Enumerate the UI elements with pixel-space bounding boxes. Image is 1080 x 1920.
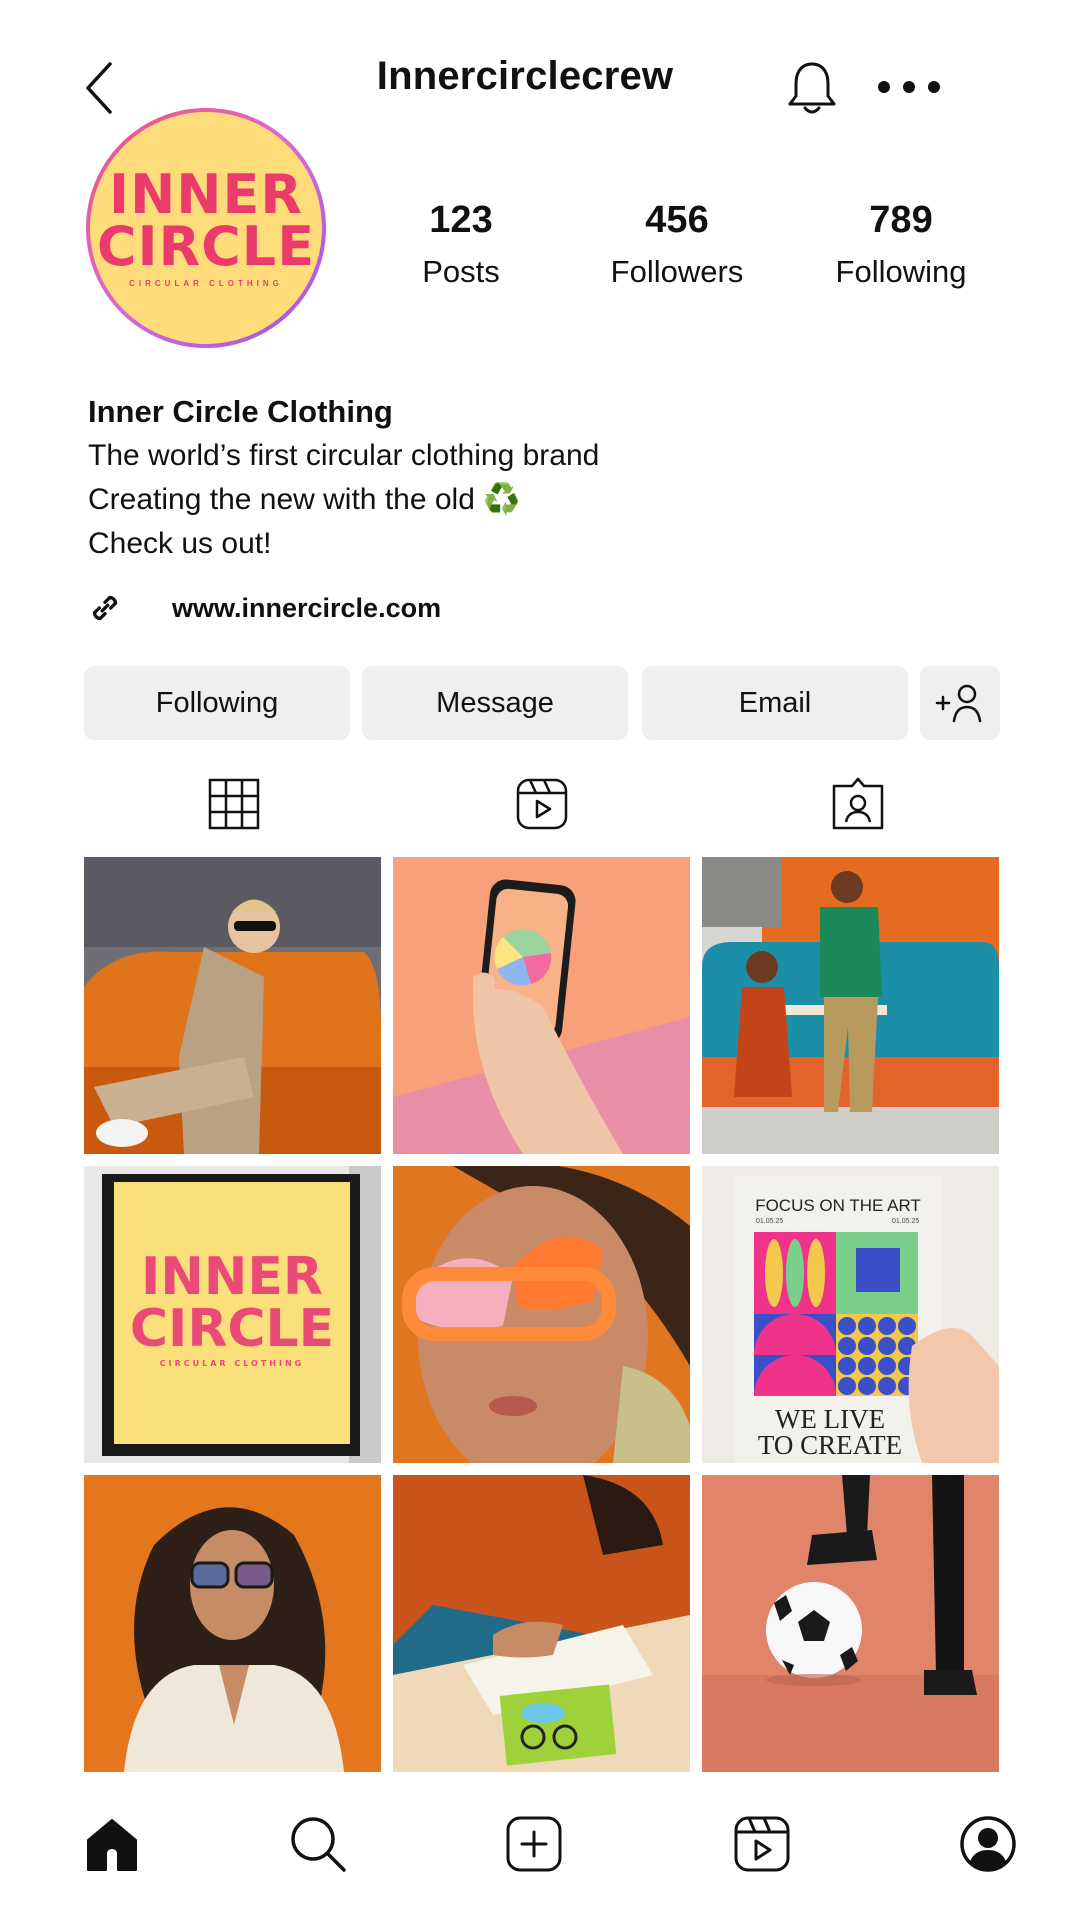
post-5[interactable] (393, 1166, 690, 1463)
reels-icon (516, 778, 568, 830)
post-2-image (393, 857, 690, 1154)
bio-line-1: The world’s first circular clothing bran… (88, 439, 600, 472)
profile-username: Innercirclecrew (376, 54, 674, 98)
suggest-people-button[interactable] (920, 666, 1000, 740)
message-button[interactable]: Message (362, 666, 628, 740)
post-4[interactable]: INNER CIRCLE CIRCULAR CLOTHING (84, 1166, 381, 1463)
bell-icon (788, 62, 836, 114)
grid-icon (208, 778, 260, 830)
profile-display-name: Inner Circle Clothing (88, 394, 393, 429)
post-1[interactable] (84, 857, 381, 1154)
sign-tagline: CIRCULAR CLOTHING (160, 1359, 304, 1368)
avatar-logo: INNER CIRCLE CIRCULAR CLOTHING (90, 112, 322, 344)
nav-reels[interactable] (732, 1814, 792, 1874)
post-1-image (84, 857, 381, 1154)
post-9-image (702, 1475, 999, 1772)
stat-following[interactable]: 789 Following (806, 196, 996, 294)
profile-link[interactable]: www.innercircle.com (86, 588, 686, 628)
avatar-logo-tagline: CIRCULAR CLOTHING (129, 278, 283, 288)
post-2[interactable] (393, 857, 690, 1154)
avatar-logo-line1: INNER (109, 162, 303, 226)
post-5-image (393, 1166, 690, 1463)
stat-posts-label: Posts (422, 254, 500, 289)
avatar-logo-line2: CIRCLE (96, 214, 316, 278)
reels-icon (734, 1816, 790, 1872)
tab-grid[interactable] (206, 776, 262, 832)
stat-followers-value: 456 (645, 199, 709, 241)
sign-line2: CIRCLE (130, 1299, 334, 1359)
following-button[interactable]: Following (84, 666, 350, 740)
stat-posts-value: 123 (429, 199, 493, 241)
post-3[interactable] (702, 857, 999, 1154)
tab-tagged[interactable] (830, 776, 886, 832)
post-9[interactable] (702, 1475, 999, 1772)
post-7-image (84, 1475, 381, 1772)
stat-following-value: 789 (869, 199, 933, 241)
post-6-image: FOCUS ON THE ART 01.05.25 01.05.25 WE LI… (702, 1166, 999, 1463)
stat-followers[interactable]: 456 Followers (582, 196, 772, 294)
nav-profile[interactable] (958, 1814, 1018, 1874)
nav-create[interactable] (504, 1814, 564, 1874)
profile-bio: Inner Circle Clothing The world’s first … (88, 390, 888, 566)
stat-following-label: Following (835, 254, 967, 289)
post-8-image (393, 1475, 690, 1772)
profile-icon (960, 1816, 1016, 1872)
nav-search[interactable] (288, 1814, 348, 1874)
poster-date-1: 01.05.25 (756, 1218, 783, 1225)
nav-home[interactable] (82, 1814, 142, 1874)
post-7[interactable] (84, 1475, 381, 1772)
email-button[interactable]: Email (642, 666, 908, 740)
add-person-icon (935, 684, 982, 723)
stat-followers-label: Followers (610, 254, 744, 289)
search-icon (291, 1817, 346, 1872)
stat-posts[interactable]: 123 Posts (366, 196, 556, 294)
post-4-image: INNER CIRCLE CIRCULAR CLOTHING (84, 1166, 381, 1463)
create-icon (506, 1816, 562, 1872)
notifications-button[interactable] (786, 60, 838, 116)
poster-date-2: 01.05.25 (892, 1218, 919, 1225)
profile-link-url[interactable]: www.innercircle.com (172, 593, 441, 624)
poster-bottom-2: TO CREATE (758, 1430, 902, 1460)
home-icon (87, 1819, 137, 1871)
sign-line1: INNER (141, 1247, 323, 1307)
post-8[interactable] (393, 1475, 690, 1772)
bio-line-3: Check us out! (88, 527, 272, 560)
bio-line-2: Creating the new with the old ♻️ (88, 483, 521, 516)
back-button[interactable] (82, 60, 122, 116)
tab-reels[interactable] (514, 776, 570, 832)
chevron-left-icon (86, 62, 112, 114)
post-6[interactable]: FOCUS ON THE ART 01.05.25 01.05.25 WE LI… (702, 1166, 999, 1463)
more-options-button[interactable] (876, 72, 942, 102)
link-icon (92, 595, 118, 621)
tagged-icon (832, 777, 884, 830)
more-dots-icon (878, 81, 940, 93)
post-3-image (702, 857, 999, 1154)
poster-title: FOCUS ON THE ART (755, 1196, 921, 1215)
profile-avatar[interactable]: INNER CIRCLE CIRCULAR CLOTHING (86, 108, 326, 348)
